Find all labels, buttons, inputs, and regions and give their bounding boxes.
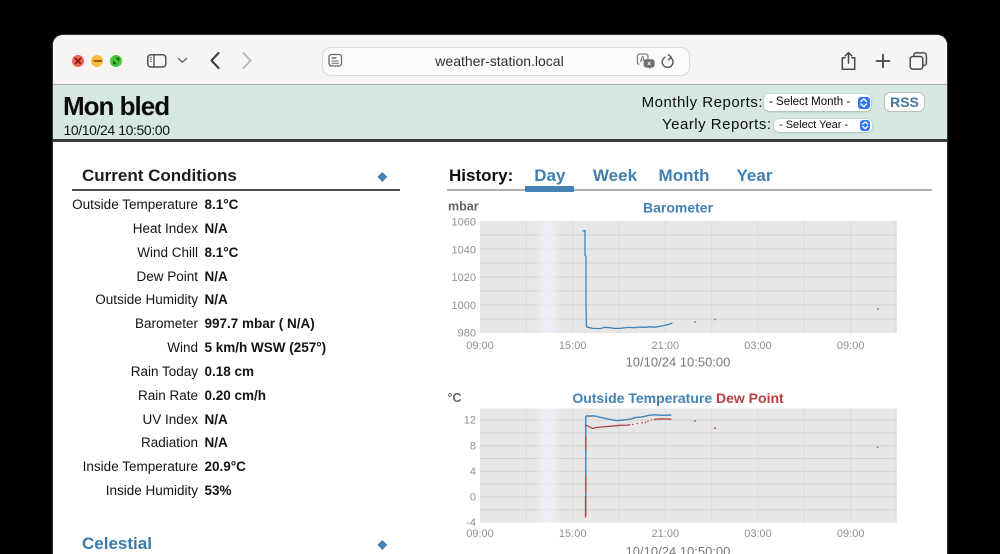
svg-text:10/10/24 10:50:00: 10/10/24 10:50:00 (626, 355, 731, 370)
svg-text:4: 4 (470, 466, 476, 478)
svg-text:1060: 1060 (452, 217, 476, 229)
svg-text:09:00: 09:00 (837, 528, 865, 540)
svg-text:×: × (647, 61, 651, 68)
svg-text:15:00: 15:00 (559, 340, 587, 352)
svg-text:10/10/24 10:50:00: 10/10/24 10:50:00 (626, 544, 731, 554)
svg-text:1040: 1040 (452, 244, 476, 256)
svg-text:1000: 1000 (452, 300, 476, 312)
svg-text:8: 8 (470, 440, 476, 452)
svg-text:03:00: 03:00 (744, 528, 772, 540)
svg-text:09:00: 09:00 (466, 528, 494, 540)
svg-text:1020: 1020 (452, 272, 476, 284)
svg-text:980: 980 (458, 328, 476, 340)
svg-text:°C: °C (448, 391, 462, 405)
svg-text:0: 0 (470, 492, 476, 504)
svg-text:21:00: 21:00 (652, 528, 680, 540)
svg-text:15:00: 15:00 (559, 528, 587, 540)
svg-text:mbar: mbar (448, 200, 479, 214)
svg-text:12: 12 (464, 415, 476, 427)
svg-text:09:00: 09:00 (837, 340, 865, 352)
svg-text:03:00: 03:00 (744, 340, 772, 352)
svg-text:09:00: 09:00 (466, 340, 494, 352)
svg-text:Outside Temperature Dew Point: Outside Temperature Dew Point (572, 390, 784, 406)
svg-text:Barometer: Barometer (643, 200, 714, 216)
svg-text:21:00: 21:00 (652, 340, 680, 352)
